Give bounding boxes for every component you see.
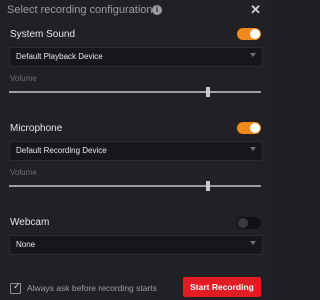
system-sound-volume-slider[interactable] [9, 87, 261, 97]
toggle-knob [250, 29, 260, 39]
slider-thumb[interactable] [206, 87, 211, 97]
webcam-device-select[interactable]: None [9, 235, 263, 255]
webcam-label: Webcam [10, 217, 50, 228]
microphone-toggle[interactable] [237, 122, 261, 134]
recording-config-dialog: Select recording configuration i ✕ Syste… [0, 0, 270, 300]
checkmark-icon: ✓ [13, 281, 21, 291]
system-sound-volume-label: Volume [10, 74, 37, 83]
microphone-label: Microphone [10, 123, 63, 134]
slider-track [9, 185, 261, 187]
always-ask-label[interactable]: Always ask before recording starts [27, 283, 157, 293]
info-icon[interactable]: i [152, 5, 162, 15]
system-sound-device-select[interactable]: Default Playback Device [9, 47, 263, 67]
webcam-device-value: None [16, 240, 36, 249]
chevron-down-icon [250, 147, 256, 151]
microphone-volume-slider[interactable] [9, 181, 261, 191]
chevron-down-icon [250, 241, 256, 245]
dialog-title: Select recording configuration [7, 4, 153, 16]
microphone-device-value: Default Recording Device [16, 146, 107, 155]
slider-thumb[interactable] [206, 181, 211, 191]
system-sound-device-value: Default Playback Device [16, 52, 103, 61]
chevron-down-icon [250, 53, 256, 57]
system-sound-label: System Sound [10, 29, 76, 40]
toggle-knob [238, 218, 248, 228]
webcam-toggle[interactable] [237, 217, 261, 229]
toggle-knob [250, 123, 260, 133]
dialog-header: Select recording configuration i ✕ [7, 2, 263, 18]
microphone-device-select[interactable]: Default Recording Device [9, 141, 263, 161]
close-icon[interactable]: ✕ [250, 2, 261, 18]
microphone-volume-label: Volume [10, 168, 37, 177]
slider-track [9, 91, 261, 93]
system-sound-toggle[interactable] [237, 28, 261, 40]
start-recording-button[interactable]: Start Recording [183, 277, 261, 297]
always-ask-checkbox[interactable]: ✓ [10, 281, 21, 294]
